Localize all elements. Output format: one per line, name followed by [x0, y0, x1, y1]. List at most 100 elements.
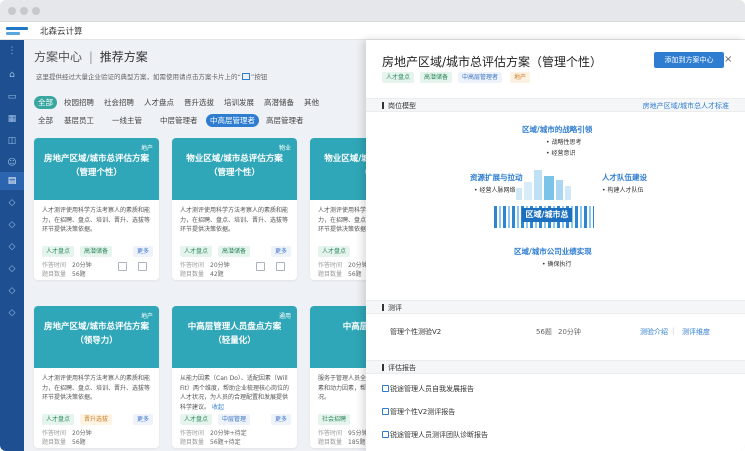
card-header: 地产 房地产区域/城市总评估方案（管理个性）: [34, 138, 159, 200]
reports-section-header: 评估报告: [366, 360, 745, 374]
meta-value: 20分钟: [210, 262, 230, 269]
card-description-text: 从能力因素（Can Do）、适配因素（Will Fit）两个维度，帮助企业梳理核…: [180, 375, 290, 411]
meta-label: 题目数量: [318, 439, 343, 446]
window-maximize-dot[interactable]: [32, 7, 40, 15]
report-link[interactable]: 管理个性V2测评报告: [390, 407, 455, 417]
person-card-icon[interactable]: ◫: [7, 136, 17, 146]
filter-scene-campus[interactable]: 校园招聘: [60, 96, 98, 109]
card-header: 通用 中高层管理人员盘点方案（轻量化）: [172, 306, 297, 368]
card-title: 中高层管理人员盘点方案（轻量化）: [187, 322, 282, 346]
card-description: 人才测评使用科学方法考察人的素质和能力，在招聘、盘点、培训、晋升、选拔等环节提供…: [42, 207, 151, 233]
card-more-button[interactable]: 更多: [132, 414, 153, 425]
assessment-dimensions-link[interactable]: 测评维度: [682, 327, 710, 337]
assessment-intro-link[interactable]: 测验介绍: [640, 327, 668, 337]
add-scheme-icon[interactable]: [276, 262, 285, 271]
model-section-header: 岗位模型 房地产区域/城市总人才标准: [366, 98, 745, 112]
meta-value: 20分钟: [348, 262, 368, 269]
usage-notice: 这里提供经过大量企业验证的典型方案，如需使用请点击方案卡片上的“ ”按钮: [34, 70, 364, 84]
filter-scene-potential[interactable]: 高潜储备: [260, 96, 298, 109]
notice-tail: ”按钮: [250, 73, 268, 81]
meta-label: 题目数量: [42, 439, 67, 446]
assessment-count: 56题: [536, 328, 552, 336]
diamond-icon-1[interactable]: ◇: [7, 198, 17, 208]
card-title: 房地产区域/城市总评估方案（管理个性）: [43, 154, 150, 178]
notice-text: 这里提供经过大量企业验证的典型方案，如需使用请点击方案卡片上的“: [36, 73, 241, 81]
filter-scene-all[interactable]: 全部: [34, 96, 57, 109]
app-title: 北森云计算: [40, 27, 83, 37]
add-scheme-icon[interactable]: [138, 262, 147, 271]
diamond-icon-4[interactable]: ◇: [7, 264, 17, 274]
filter-scene-inventory[interactable]: 人才盘点: [140, 96, 178, 109]
card-pill: 人才盘点: [42, 414, 75, 425]
meta-label: 作答时间: [180, 262, 205, 269]
meta-label: 作答时间: [42, 430, 67, 437]
breadcrumb-parent[interactable]: 方案中心: [34, 50, 82, 64]
window-minimize-dot[interactable]: [20, 7, 28, 15]
card-more-button[interactable]: 更多: [270, 414, 291, 425]
preview-icon[interactable]: [256, 262, 265, 271]
card-header: 地产 房地产区域/城市总评估方案（领导力）: [34, 306, 159, 368]
meta-value: 20分钟: [72, 262, 92, 269]
preview-icon[interactable]: [118, 262, 127, 271]
scheme-card[interactable]: 地产 房地产区域/城市总评估方案（领导力） 人才测评使用科学方法考察人的素质和能…: [34, 306, 159, 448]
close-icon[interactable]: ×: [724, 54, 732, 65]
card-more-button[interactable]: 更多: [270, 246, 291, 257]
brand-logo-icon: [6, 27, 28, 35]
filter-scene-promotion[interactable]: 晋升选拔: [180, 96, 218, 109]
scheme-card[interactable]: 地产 房地产区域/城市总评估方案（管理个性） 人才测评使用科学方法考察人的素质和…: [34, 138, 159, 280]
card-industry-tag: 物业: [278, 145, 291, 152]
breadcrumb-separator: |: [88, 50, 93, 64]
filter-level-staff[interactable]: 基层员工: [60, 114, 98, 127]
card-pill: 人才盘点: [180, 414, 213, 425]
document-icon[interactable]: ▤: [7, 176, 17, 186]
filter-scene-training[interactable]: 培训发展: [220, 96, 258, 109]
user-icon[interactable]: ☺: [7, 158, 17, 168]
filter-level-supervisor[interactable]: 一线主管: [108, 114, 146, 127]
page-title: 推荐方案: [99, 50, 148, 64]
filter-scene-social[interactable]: 社会招聘: [100, 96, 138, 109]
filter-level-senior[interactable]: 高层管理者: [262, 114, 308, 127]
model-bottom-title: 区域/城市公司业绩实现: [514, 247, 592, 256]
meta-label: 题目数量: [180, 439, 205, 446]
chat-icon[interactable]: ▭: [7, 92, 17, 102]
scheme-card[interactable]: 通用 中高层管理人员盘点方案（轻量化） 从能力因素（Can Do）、适配因素（W…: [172, 306, 297, 448]
card-pill: 人才盘点: [318, 246, 351, 257]
link-separator: |: [672, 327, 675, 335]
talent-standard-link[interactable]: 房地产区域/城市总人才标准: [643, 101, 729, 111]
card-meta-count: 题目数量 42题: [180, 269, 224, 278]
card-more-button[interactable]: 更多: [132, 246, 153, 257]
window-close-dot[interactable]: [8, 7, 16, 15]
card-title: 房地产区域/城市总评估方案（领导力）: [43, 322, 150, 346]
scheme-card[interactable]: 物业 物业区域/城市总评估方案（管理个性） 人才测评使用科学方法考察人的素质和能…: [172, 138, 297, 280]
section-title: 评估报告: [382, 363, 416, 373]
card-meta-count: 题目数量 56题: [42, 269, 86, 278]
report-link[interactable]: 锐途管理人员测评团队诊断报告: [390, 430, 488, 440]
grid-icon[interactable]: ▦: [7, 114, 17, 124]
meta-label: 作答时间: [318, 430, 343, 437]
meta-value: 56题: [72, 439, 86, 446]
meta-value: 56题: [348, 271, 362, 278]
menu-icon[interactable]: ⋮: [7, 46, 17, 56]
diamond-icon-2[interactable]: ◇: [7, 220, 17, 230]
card-industry-tag: 通用: [278, 313, 291, 320]
collapse-link[interactable]: 收起: [212, 404, 224, 411]
home-icon[interactable]: ⌂: [7, 70, 17, 80]
diamond-icon-6[interactable]: ◇: [7, 308, 17, 318]
filter-level-senior-middle[interactable]: 中高层管理者: [206, 114, 259, 127]
diamond-icon-5[interactable]: ◇: [7, 286, 17, 296]
assessment-section-header: 测评: [366, 300, 745, 314]
diamond-icon-3[interactable]: ◇: [7, 242, 17, 252]
meta-label: 题目数量: [180, 271, 205, 278]
filter-level-all[interactable]: 全部: [34, 114, 57, 127]
report-link[interactable]: 锐途管理人员自我发展报告: [390, 384, 474, 394]
card-title: 物业区域/城市总评估方案（管理个性）: [186, 154, 283, 178]
add-to-scheme-center-button[interactable]: 添加到方案中心: [654, 52, 724, 68]
filter-scene-other[interactable]: 其他: [300, 96, 323, 109]
model-right-item: • 构建人才队伍: [602, 187, 644, 194]
card-meta-time: 作答时间 20分钟: [180, 260, 230, 269]
meta-value: 42题: [210, 271, 224, 278]
filter-level-middle[interactable]: 中层管理者: [156, 114, 202, 127]
meta-label: 题目数量: [318, 271, 343, 278]
card-meta-time: 作答时间 20分钟: [318, 260, 368, 269]
detail-tag: 人才盘点: [382, 72, 415, 83]
